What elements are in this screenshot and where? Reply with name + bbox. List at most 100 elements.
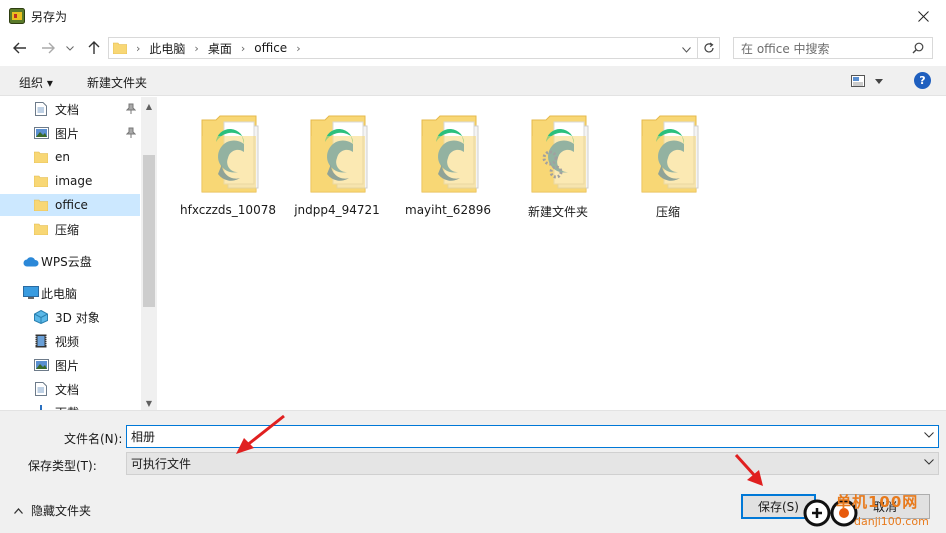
picture-icon <box>33 358 49 372</box>
search-input[interactable]: 在 office 中搜索 <box>741 40 830 57</box>
nav-item-this-pc[interactable]: 此电脑 <box>0 282 140 304</box>
arrow-up-icon <box>88 41 100 54</box>
nav-item-compress[interactable]: 压缩 <box>0 218 140 240</box>
filetype-label: 保存类型(T): <box>28 459 97 473</box>
back-button[interactable] <box>9 37 31 59</box>
nav-item-label: office <box>55 198 88 212</box>
breadcrumb-separator: › <box>240 41 246 55</box>
nav-item-documents[interactable]: 文档 <box>0 378 140 400</box>
folder-icon <box>113 42 127 54</box>
address-bar[interactable]: › 此电脑 › 桌面 › office › <box>108 37 698 59</box>
folder-name: 新建文件夹 <box>527 205 588 219</box>
breadcrumb-desktop[interactable]: 桌面 <box>208 40 232 57</box>
up-button[interactable] <box>83 37 105 59</box>
nav-item-label: WPS云盘 <box>41 254 92 269</box>
chevron-up-icon: ▲ <box>145 101 153 111</box>
edge-folder-icon <box>421 115 479 193</box>
folder-name: 压缩 <box>655 205 680 219</box>
nav-item-en[interactable]: en <box>0 146 140 168</box>
arrow-left-icon <box>13 42 26 54</box>
scroll-down-button[interactable]: ▼ <box>141 396 157 410</box>
chevron-down-icon <box>875 78 883 84</box>
search-icon <box>912 42 924 54</box>
forward-button[interactable] <box>37 37 59 59</box>
view-icon <box>851 75 865 87</box>
picture-icon <box>33 126 49 140</box>
folder-icon <box>33 150 49 164</box>
folder-icon <box>33 222 49 236</box>
filename-label: 文件名(N): <box>64 432 123 446</box>
edge-folder-icon <box>201 115 259 193</box>
nav-item-image[interactable]: image <box>0 170 140 192</box>
refresh-button[interactable] <box>698 37 720 59</box>
nav-item-label: en <box>55 150 70 164</box>
filetype-dropdown-button[interactable] <box>924 457 934 468</box>
folder-item[interactable]: mayiht_62896 <box>396 114 500 224</box>
edge-folder-icon <box>641 115 699 193</box>
nav-item-documents-quick[interactable]: 文档 <box>0 98 140 120</box>
help-icon: ? <box>919 74 926 87</box>
close-icon <box>917 10 929 22</box>
nav-item-label: 视频 <box>55 334 80 349</box>
video-icon <box>33 334 49 348</box>
cloud-icon <box>23 254 39 268</box>
folder-item[interactable]: jndpp4_94721 <box>285 114 389 224</box>
document-icon <box>33 102 49 116</box>
chevron-down-icon <box>924 459 934 465</box>
nav-item-label: 压缩 <box>55 222 80 237</box>
filename-history-dropdown[interactable] <box>924 430 934 441</box>
navigation-pane: 文档 图片 en image office 压缩 WPS云盘 此电脑 3D 对象… <box>0 97 157 410</box>
app-icon <box>9 8 25 24</box>
close-button[interactable] <box>900 0 946 32</box>
watermark-title: 单机100网 <box>836 493 919 511</box>
folder-item[interactable]: 新建文件夹 <box>506 114 610 224</box>
edge-folder-icon <box>310 115 368 193</box>
arrow-right-icon <box>42 42 55 54</box>
nav-item-pictures[interactable]: 图片 <box>0 354 140 376</box>
document-icon <box>33 382 49 396</box>
chevron-down-icon <box>924 432 934 438</box>
title-bar <box>0 0 946 32</box>
nav-item-wps-cloud[interactable]: WPS云盘 <box>0 250 140 272</box>
hide-folders-button[interactable]: 隐藏文件夹 <box>14 502 91 519</box>
nav-item-label: 图片 <box>55 126 80 141</box>
help-button[interactable]: ? <box>914 72 931 89</box>
new-folder-button[interactable]: 新建文件夹 <box>87 74 147 91</box>
recent-locations-button[interactable] <box>62 37 78 59</box>
breadcrumb-separator: › <box>296 41 301 55</box>
nav-item-label: 文档 <box>55 102 80 117</box>
nav-item-pictures-quick[interactable]: 图片 <box>0 122 140 144</box>
nav-item-office[interactable]: office <box>0 194 140 216</box>
nav-item-videos[interactable]: 视频 <box>0 330 140 352</box>
chevron-down-icon <box>66 45 74 51</box>
nav-item-downloads[interactable]: 下载 <box>0 401 140 410</box>
annotation-arrow-filetype <box>236 414 285 454</box>
folder-name: jndpp4_94721 <box>294 203 380 217</box>
computer-icon <box>23 286 39 300</box>
search-box[interactable]: 在 office 中搜索 <box>733 37 933 59</box>
folder-name: hfxczzds_10078 <box>180 203 276 217</box>
chevron-down-icon <box>682 47 691 53</box>
organize-menu-button[interactable]: 组织 ▾ <box>19 74 53 91</box>
folder-icon <box>33 174 49 188</box>
address-dropdown-button[interactable] <box>682 42 691 56</box>
annotation-arrow-save <box>734 453 763 486</box>
pin-icon <box>126 103 136 114</box>
scroll-up-button[interactable]: ▲ <box>141 99 157 113</box>
nav-item-label: image <box>55 174 93 188</box>
nav-scrollbar-thumb[interactable] <box>143 155 155 307</box>
nav-item-label: 3D 对象 <box>55 310 100 325</box>
breadcrumb-office[interactable]: office <box>254 41 287 55</box>
refresh-icon <box>703 42 714 53</box>
folder-name: mayiht_62896 <box>405 203 491 217</box>
watermark: 单机100网 danji100.com <box>800 490 946 533</box>
nav-item-3d-objects[interactable]: 3D 对象 <box>0 306 140 328</box>
breadcrumb-this-pc[interactable]: 此电脑 <box>149 40 185 57</box>
folder-item[interactable]: hfxczzds_10078 <box>176 114 280 224</box>
3d-objects-icon <box>33 310 49 324</box>
folder-item[interactable]: 压缩 <box>616 114 720 224</box>
breadcrumb-separator: › <box>194 41 199 55</box>
change-view-button[interactable] <box>851 73 891 89</box>
chevron-down-icon: ▼ <box>145 398 153 408</box>
gear-folder-icon <box>531 115 589 193</box>
